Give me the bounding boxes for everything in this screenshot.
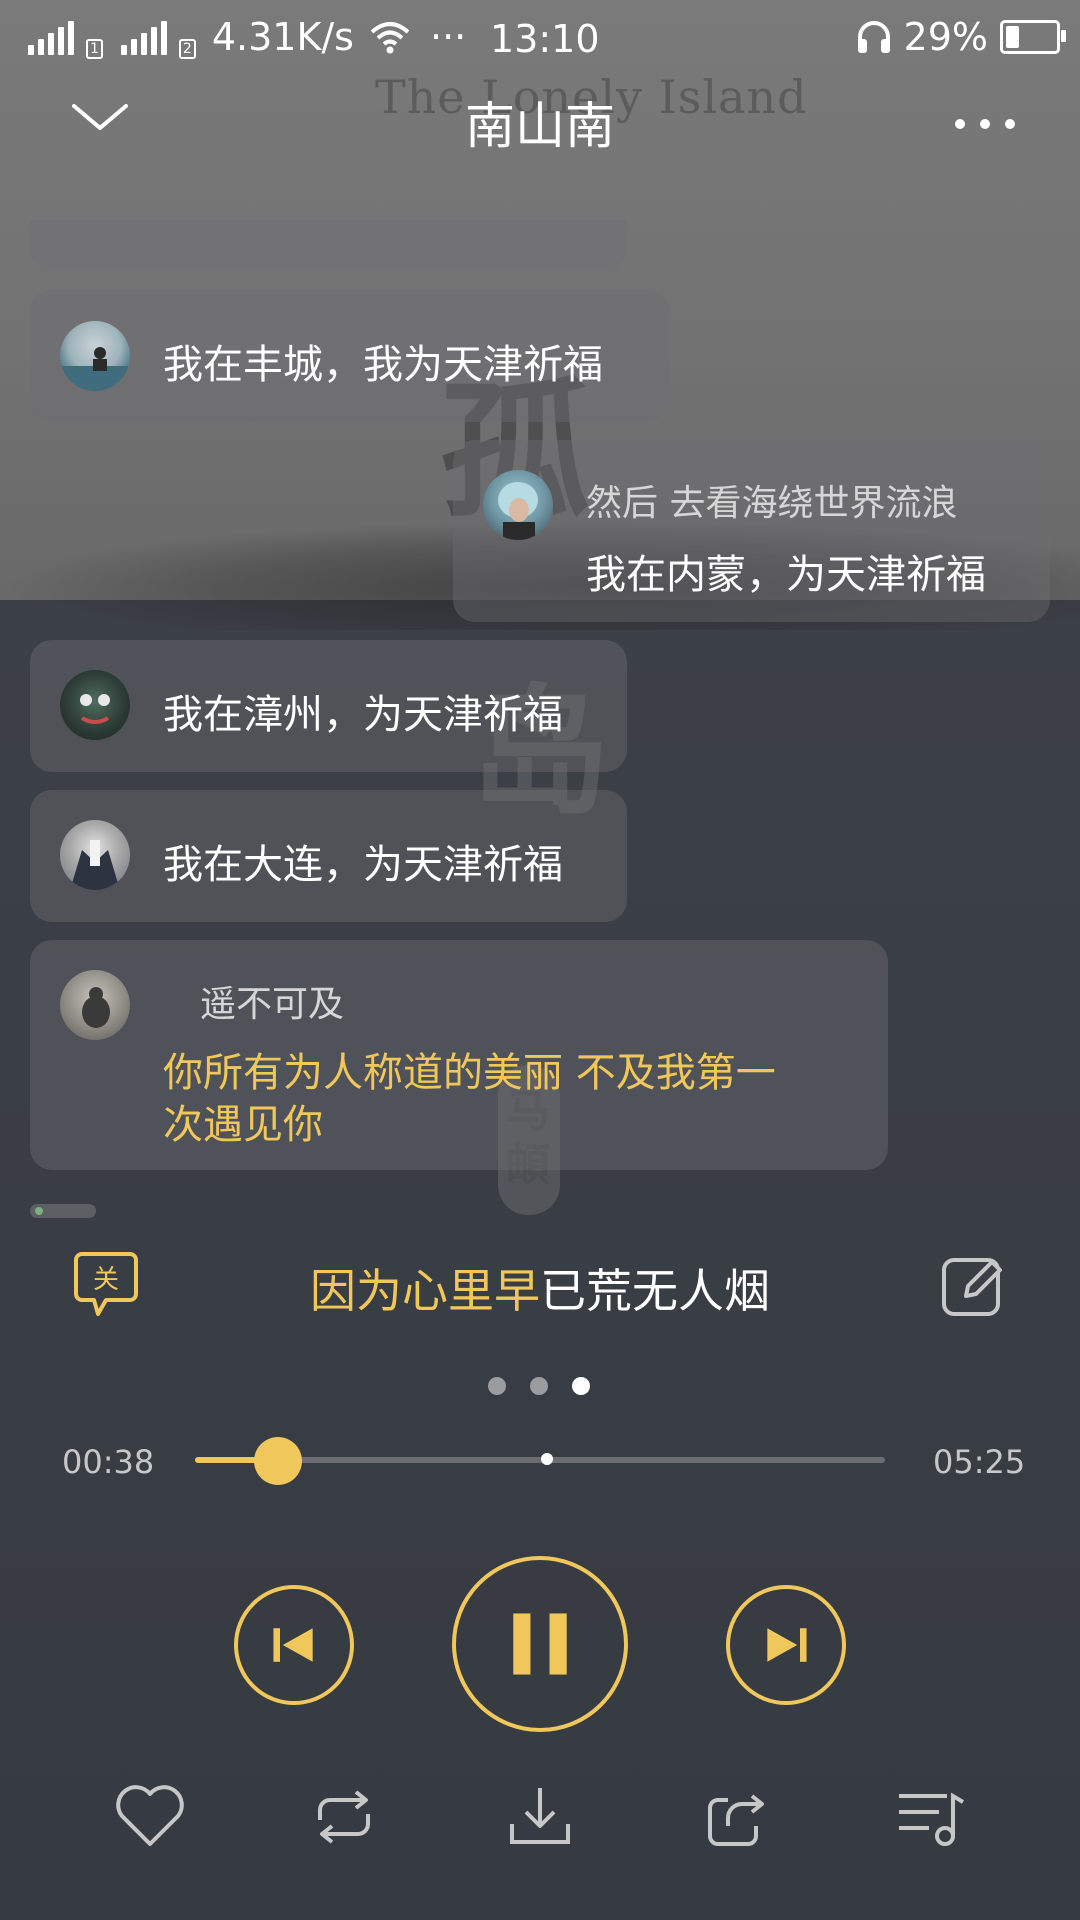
lyric-sung: 因为心里早: [310, 1264, 540, 1318]
comment-bubble[interactable]: 然后 去看海绕世界流浪 我在内蒙，为天津祈福: [453, 440, 1050, 622]
signal-icon: [28, 19, 74, 55]
page-dot[interactable]: [488, 1377, 506, 1395]
share-icon[interactable]: [698, 1780, 774, 1852]
status-more-dots: ···: [429, 15, 467, 59]
comment-text-line1: 你所有为人称道的美丽 不及我第一: [163, 1050, 776, 1096]
status-right: 29%: [856, 15, 1066, 59]
title-bar: 南山南: [0, 78, 1080, 158]
playlist-icon[interactable]: [893, 1780, 969, 1852]
avatar[interactable]: [60, 820, 130, 890]
lyric-unsung: 已荒无人烟: [540, 1264, 770, 1318]
comment-bubble[interactable]: 我在大连，为天津祈福: [30, 790, 627, 922]
song-title: 南山南: [465, 97, 615, 155]
page-dot[interactable]: [530, 1377, 548, 1395]
battery-fill: [1006, 26, 1019, 48]
avatar[interactable]: [60, 670, 130, 740]
comment-text: 我在丰城，我为天津祈福: [163, 342, 603, 388]
watermark-chip: [30, 1204, 96, 1218]
avatar[interactable]: [60, 970, 130, 1040]
signal-icon-2: [120, 19, 167, 55]
pause-icon: [513, 1613, 567, 1675]
comment-author[interactable]: 然后 去看海绕世界流浪: [586, 474, 957, 526]
heart-icon[interactable]: [112, 1780, 188, 1852]
page-indicator: [488, 1377, 590, 1395]
download-icon[interactable]: [502, 1780, 578, 1852]
pause-button[interactable]: [452, 1556, 628, 1732]
edit-comment-icon[interactable]: [940, 1252, 1006, 1318]
music-player-screen: The Lonely Island 孤 岛 马頔 1 2 4.31K/s ···…: [0, 0, 1080, 1920]
comment-bubble-partial: [30, 220, 627, 270]
total-time: 05:25: [933, 1443, 1026, 1481]
comment-bubble[interactable]: 我在丰城，我为天津祈福: [30, 290, 669, 422]
current-time: 00:38: [62, 1443, 155, 1481]
avatar[interactable]: [60, 321, 130, 391]
comment-bubble[interactable]: 遥不可及 你所有为人称道的美丽 不及我第一 次遇见你: [30, 940, 888, 1170]
battery-percent: 29%: [903, 15, 988, 59]
status-time: 13:10: [490, 17, 600, 61]
net-speed: 4.31K/s: [211, 15, 354, 59]
battery-icon: [1000, 20, 1066, 54]
next-icon: [767, 1628, 807, 1662]
status-left: 1 2 4.31K/s ···: [28, 15, 466, 59]
comment-author[interactable]: 遥不可及: [200, 975, 344, 1027]
avatar[interactable]: [483, 470, 553, 540]
status-bar: 1 2 4.31K/s ··· 13:10 29%: [0, 0, 1080, 78]
wifi-icon: [370, 22, 410, 54]
buffer-marker: [540, 1453, 553, 1465]
comment-text: 我在内蒙，为天津祈福: [586, 552, 986, 598]
headphones-icon: [857, 21, 890, 53]
comment-bubble[interactable]: 我在漳州，为天津祈福: [30, 640, 627, 772]
previous-button[interactable]: [234, 1585, 354, 1705]
comment-text: 我在大连，为天津祈福: [163, 842, 563, 888]
sim2-label: 2: [178, 39, 196, 59]
comment-text-line2: 次遇见你: [163, 1102, 323, 1148]
current-lyric: 因为心里早已荒无人烟: [0, 1255, 1080, 1321]
page-dot[interactable]: [572, 1377, 590, 1395]
comment-text: 我在漳州，为天津祈福: [163, 692, 563, 738]
previous-icon: [273, 1628, 313, 1662]
more-icon[interactable]: [950, 88, 1020, 138]
sim1-label: 1: [86, 39, 103, 59]
next-button[interactable]: [726, 1585, 846, 1705]
repeat-icon[interactable]: [306, 1780, 382, 1852]
